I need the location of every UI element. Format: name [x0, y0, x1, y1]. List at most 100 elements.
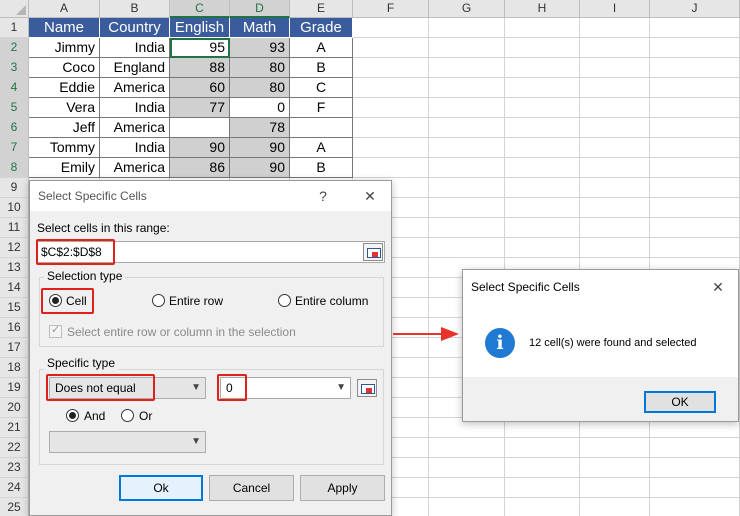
or-label[interactable]: Or — [139, 409, 152, 423]
table-cell[interactable]: 80 — [230, 78, 290, 98]
empty-cell[interactable] — [353, 38, 429, 58]
empty-cell[interactable] — [580, 198, 650, 218]
table-cell[interactable]: Eddie — [29, 78, 100, 98]
table-cell[interactable]: 78 — [230, 118, 290, 138]
table-cell[interactable]: India — [100, 38, 170, 58]
table-cell[interactable]: B — [290, 58, 353, 78]
empty-cell[interactable] — [580, 98, 650, 118]
empty-cell[interactable] — [505, 238, 580, 258]
empty-cell[interactable] — [650, 158, 740, 178]
empty-cell[interactable] — [505, 78, 580, 98]
empty-cell[interactable] — [650, 458, 740, 478]
empty-cell[interactable] — [650, 118, 740, 138]
row-header-24[interactable]: 24 — [0, 478, 29, 498]
table-cell[interactable]: England — [100, 58, 170, 78]
row-header-16[interactable]: 16 — [0, 318, 29, 338]
empty-cell[interactable] — [580, 78, 650, 98]
row-header-25[interactable]: 25 — [0, 498, 29, 516]
empty-cell[interactable] — [429, 58, 505, 78]
table-cell[interactable]: America — [100, 158, 170, 178]
and-label[interactable]: And — [84, 409, 105, 423]
empty-cell[interactable] — [650, 478, 740, 498]
empty-cell[interactable] — [505, 18, 580, 38]
empty-cell[interactable] — [505, 478, 580, 498]
empty-cell[interactable] — [580, 178, 650, 198]
table-cell[interactable]: A — [290, 138, 353, 158]
empty-cell[interactable] — [650, 438, 740, 458]
empty-cell[interactable] — [650, 198, 740, 218]
empty-cell[interactable] — [505, 178, 580, 198]
empty-cell[interactable] — [353, 158, 429, 178]
table-cell[interactable]: A — [290, 38, 353, 58]
empty-cell[interactable] — [353, 98, 429, 118]
row-header-12[interactable]: 12 — [0, 238, 29, 258]
table-cell[interactable]: Jeff — [29, 118, 100, 138]
row-header-15[interactable]: 15 — [0, 298, 29, 318]
value-picker-icon[interactable] — [357, 379, 377, 397]
entire-row-radio[interactable] — [152, 294, 165, 307]
empty-cell[interactable] — [429, 458, 505, 478]
cancel-button[interactable]: Cancel — [209, 475, 294, 501]
empty-cell[interactable] — [650, 238, 740, 258]
table-cell[interactable]: 0 — [230, 98, 290, 118]
empty-cell[interactable] — [353, 78, 429, 98]
empty-cell[interactable] — [429, 478, 505, 498]
select-entire-checkbox[interactable] — [49, 323, 62, 338]
empty-cell[interactable] — [580, 58, 650, 78]
row-header-7[interactable]: 7 — [0, 138, 29, 158]
row-header-18[interactable]: 18 — [0, 358, 29, 378]
table-cell[interactable]: 80 — [230, 58, 290, 78]
close-icon[interactable]: ✕ — [355, 181, 385, 211]
empty-cell[interactable] — [429, 158, 505, 178]
table-cell[interactable]: Emily — [29, 158, 100, 178]
row-header-8[interactable]: 8 — [0, 158, 29, 178]
second-condition-select[interactable]: ▼ — [49, 431, 206, 453]
table-cell[interactable]: 95 — [170, 38, 230, 58]
help-icon[interactable]: ? — [308, 181, 338, 211]
and-radio[interactable] — [66, 409, 79, 422]
column-header-b[interactable]: B — [100, 0, 170, 18]
empty-cell[interactable] — [429, 78, 505, 98]
column-header-f[interactable]: F — [353, 0, 429, 18]
empty-cell[interactable] — [429, 118, 505, 138]
or-radio[interactable] — [121, 409, 134, 422]
table-cell[interactable]: India — [100, 98, 170, 118]
entire-row-label[interactable]: Entire row — [169, 294, 223, 308]
empty-cell[interactable] — [650, 218, 740, 238]
empty-cell[interactable] — [429, 138, 505, 158]
empty-cell[interactable] — [580, 38, 650, 58]
table-header-cell[interactable]: Country — [100, 18, 170, 38]
empty-cell[interactable] — [353, 118, 429, 138]
row-header-1[interactable]: 1 — [0, 18, 29, 38]
table-cell[interactable]: 60 — [170, 78, 230, 98]
row-header-13[interactable]: 13 — [0, 258, 29, 278]
apply-button[interactable]: Apply — [300, 475, 385, 501]
entire-column-radio[interactable] — [278, 294, 291, 307]
empty-cell[interactable] — [580, 18, 650, 38]
table-cell[interactable]: 93 — [230, 38, 290, 58]
empty-cell[interactable] — [429, 238, 505, 258]
empty-cell[interactable] — [505, 118, 580, 138]
empty-cell[interactable] — [580, 138, 650, 158]
row-header-17[interactable]: 17 — [0, 338, 29, 358]
table-header-cell[interactable]: Math — [230, 18, 290, 38]
empty-cell[interactable] — [580, 158, 650, 178]
empty-cell[interactable] — [505, 458, 580, 478]
empty-cell[interactable] — [580, 458, 650, 478]
table-header-cell[interactable]: English — [170, 18, 230, 38]
empty-cell[interactable] — [650, 98, 740, 118]
empty-cell[interactable] — [429, 18, 505, 38]
column-header-h[interactable]: H — [505, 0, 580, 18]
row-header-4[interactable]: 4 — [0, 78, 29, 98]
table-cell[interactable]: F — [290, 98, 353, 118]
column-header-g[interactable]: G — [429, 0, 505, 18]
table-cell[interactable]: America — [100, 78, 170, 98]
row-header-2[interactable]: 2 — [0, 38, 29, 58]
row-header-11[interactable]: 11 — [0, 218, 29, 238]
table-cell[interactable]: America — [100, 118, 170, 138]
empty-cell[interactable] — [580, 478, 650, 498]
empty-cell[interactable] — [505, 498, 580, 516]
table-cell[interactable]: C — [290, 78, 353, 98]
row-header-10[interactable]: 10 — [0, 198, 29, 218]
column-header-e[interactable]: E — [290, 0, 353, 18]
